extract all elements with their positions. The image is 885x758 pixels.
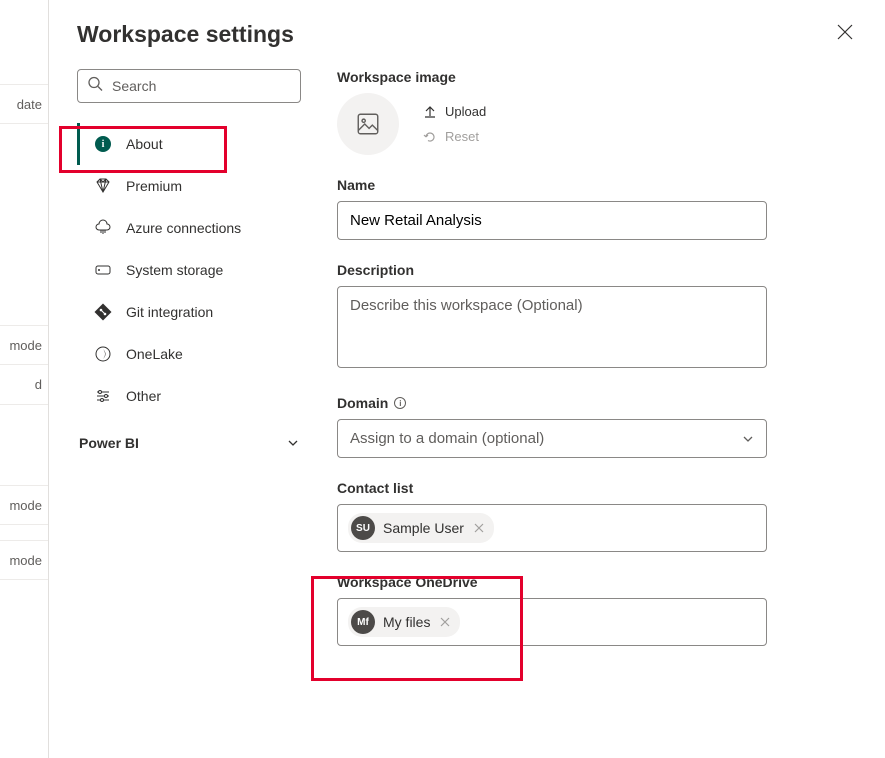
nav-item-premium[interactable]: Premium (77, 165, 301, 207)
chevron-down-icon (742, 433, 754, 445)
bg-row: date (0, 84, 48, 124)
onelake-icon (94, 345, 112, 363)
nav-label: About (126, 136, 163, 152)
nav-label: OneLake (126, 346, 183, 362)
name-input[interactable] (337, 201, 767, 240)
reset-label: Reset (445, 129, 479, 144)
domain-select[interactable]: Assign to a domain (optional) (337, 419, 767, 458)
upload-icon (423, 105, 437, 119)
chip-remove[interactable] (438, 614, 452, 630)
image-label: Workspace image (337, 69, 767, 85)
bg-row: mode (0, 540, 48, 580)
storage-icon (94, 261, 112, 279)
chip-name: Sample User (383, 520, 464, 536)
onedrive-chip: Mf My files (348, 607, 460, 637)
bg-row: mode (0, 325, 48, 365)
contact-label: Contact list (337, 480, 767, 496)
chip-name: My files (383, 614, 430, 630)
chip-remove[interactable] (472, 520, 486, 536)
nav-label: Other (126, 388, 161, 404)
contact-input[interactable]: SU Sample User (337, 504, 767, 552)
chevron-down-icon (287, 437, 299, 449)
close-icon (474, 523, 484, 533)
name-label: Name (337, 177, 767, 193)
nav-label: Azure connections (126, 220, 241, 236)
page-title: Workspace settings (77, 21, 294, 48)
workspace-image-placeholder[interactable] (337, 93, 399, 155)
image-icon (355, 111, 381, 137)
cloud-icon (94, 219, 112, 237)
diamond-icon (94, 177, 112, 195)
search-input[interactable] (77, 69, 301, 103)
avatar: Mf (351, 610, 375, 634)
settings-modal: Workspace settings i About (48, 0, 885, 758)
powerbi-section[interactable]: Power BI (77, 417, 301, 461)
nav-label: Premium (126, 178, 182, 194)
section-label: Power BI (79, 435, 139, 451)
close-button[interactable] (833, 20, 857, 49)
nav-item-git[interactable]: Git integration (77, 291, 301, 333)
description-input[interactable] (337, 286, 767, 368)
form-content: Workspace image Upload Reset (337, 69, 767, 668)
upload-button[interactable]: Upload (423, 104, 486, 119)
info-icon: i (95, 136, 111, 152)
bg-row: mode (0, 485, 48, 525)
nav-item-other[interactable]: Other (77, 375, 301, 417)
contact-chip: SU Sample User (348, 513, 494, 543)
domain-label: Domain i (337, 395, 767, 411)
onedrive-input[interactable]: Mf My files (337, 598, 767, 646)
sidebar: i About Premium Azure connections (77, 69, 301, 668)
nav-label: Git integration (126, 304, 213, 320)
reset-icon (423, 130, 437, 144)
onedrive-label: Workspace OneDrive (337, 574, 767, 590)
sliders-icon (94, 387, 112, 405)
git-icon (94, 303, 112, 321)
description-label: Description (337, 262, 767, 278)
close-icon (440, 617, 450, 627)
info-icon[interactable]: i (394, 397, 406, 409)
close-icon (837, 24, 853, 40)
domain-placeholder: Assign to a domain (optional) (350, 430, 544, 447)
nav-item-storage[interactable]: System storage (77, 249, 301, 291)
nav-item-azure[interactable]: Azure connections (77, 207, 301, 249)
bg-row: d (0, 365, 48, 405)
nav-item-about[interactable]: i About (77, 123, 301, 165)
search-icon (87, 76, 103, 97)
nav-item-onelake[interactable]: OneLake (77, 333, 301, 375)
upload-label: Upload (445, 104, 486, 119)
reset-button: Reset (423, 129, 486, 144)
nav-label: System storage (126, 262, 223, 278)
avatar: SU (351, 516, 375, 540)
